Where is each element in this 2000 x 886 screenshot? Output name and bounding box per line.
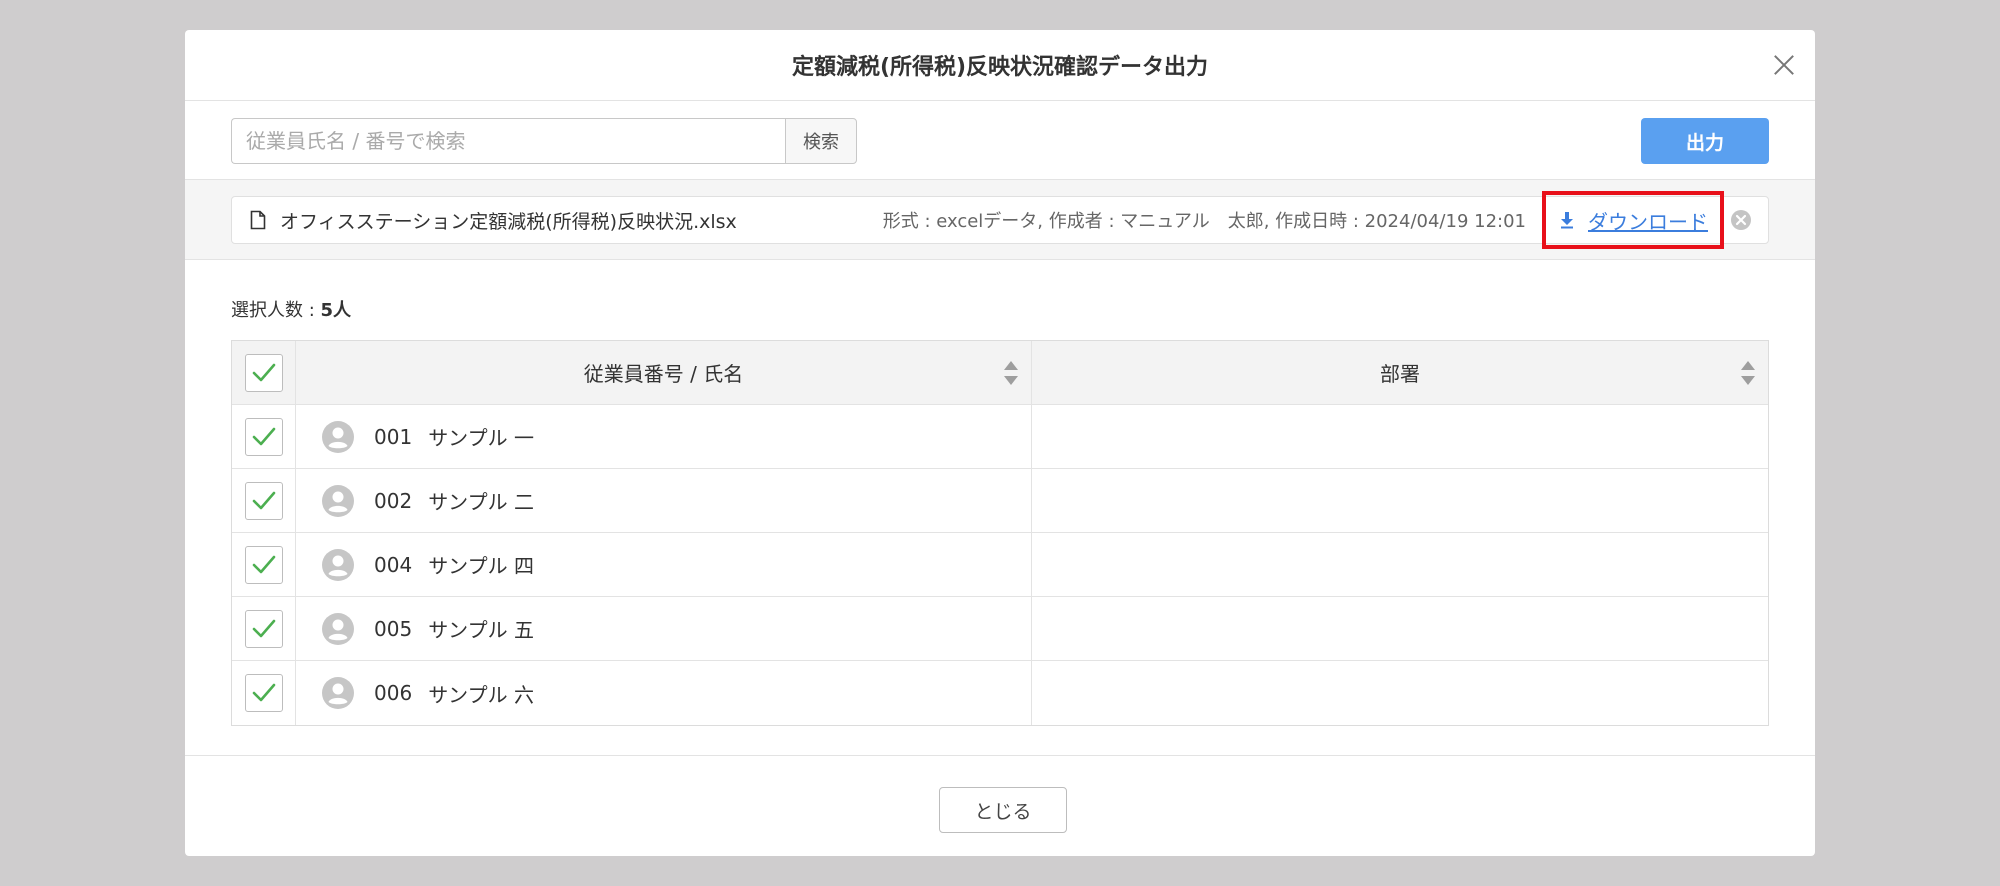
employee-name: サンプル 二 [428, 490, 534, 514]
file-item: オフィスステーション定額減税(所得税)反映状況.xlsx 形式 : excelデ… [231, 191, 1769, 249]
table-header: 従業員番号 / 氏名 部署 [232, 341, 1768, 405]
file-strip: オフィスステーション定額減税(所得税)反映状況.xlsx 形式 : excelデ… [185, 180, 1815, 260]
row-check-cell [232, 405, 296, 468]
close-button[interactable]: とじる [939, 787, 1067, 833]
department-cell [1032, 405, 1768, 468]
download-icon [1561, 212, 1573, 229]
select-all-checkbox[interactable] [244, 353, 283, 392]
employee-name: サンプル 六 [428, 682, 534, 707]
table-row[interactable]: 006 サンプル 六 [232, 661, 1768, 725]
header-department[interactable]: 部署 [1032, 341, 1768, 404]
avatar-icon [322, 420, 354, 453]
employee-cell: 002 サンプル 二 [296, 469, 1032, 532]
file-icon [250, 210, 266, 230]
selected-count: 選択人数 : 5人 [231, 296, 351, 322]
table-row[interactable]: 004 サンプル 四 [232, 533, 1768, 597]
department-cell [1032, 533, 1768, 596]
file-name: オフィスステーション定額減税(所得税)反映状況.xlsx [280, 210, 737, 233]
download-label: ダウンロード [1588, 209, 1708, 234]
search-button[interactable]: 検索 [785, 118, 857, 164]
employee-cell: 005 サンプル 五 [296, 597, 1032, 660]
row-check-cell [232, 469, 296, 532]
sort-icon[interactable] [1740, 359, 1756, 387]
check-icon [252, 619, 275, 637]
toolbar: 検索 出力 [185, 101, 1815, 180]
avatar-icon [322, 677, 354, 709]
check-icon [252, 491, 275, 509]
table-row[interactable]: 001 サンプル 一 [232, 405, 1768, 469]
output-button[interactable]: 出力 [1641, 118, 1769, 164]
header-employee[interactable]: 従業員番号 / 氏名 [296, 341, 1032, 404]
employee-cell: 004 サンプル 四 [296, 533, 1032, 596]
search-input[interactable] [231, 118, 785, 164]
employee-number: 002 [374, 488, 413, 513]
header-employee-label: 従業員番号 / 氏名 [583, 362, 744, 386]
employee-name: サンプル 四 [428, 554, 534, 578]
check-icon [252, 363, 275, 381]
employee-table: 従業員番号 / 氏名 部署 001 サンプル 一 002 サンプル 二 004 … [231, 340, 1769, 726]
employee-name: サンプル 一 [428, 426, 534, 450]
modal-header: 定額減税(所得税)反映状況確認データ出力 [185, 30, 1815, 101]
employee-cell: 001 サンプル 一 [296, 405, 1032, 468]
content-area: 選択人数 : 5人 従業員番号 / 氏名 部署 001 サンプル 一 002 サ… [185, 260, 1815, 756]
header-department-label: 部署 [1380, 362, 1420, 386]
avatar-icon [322, 548, 354, 581]
row-checkbox[interactable] [244, 417, 283, 456]
output-modal: 定額減税(所得税)反映状況確認データ出力 検索 出力 オフィスステーション定額減… [185, 30, 1815, 856]
table-row[interactable]: 002 サンプル 二 [232, 469, 1768, 533]
employee-number: 005 [374, 616, 413, 641]
download-link[interactable]: ダウンロード [1542, 191, 1724, 249]
selected-count-value: 5人 [320, 300, 352, 321]
row-checkbox[interactable] [244, 481, 283, 520]
header-check-cell [232, 341, 296, 404]
row-check-cell [232, 533, 296, 596]
department-cell [1032, 469, 1768, 532]
employee-number: 004 [374, 552, 413, 577]
department-cell [1032, 597, 1768, 660]
avatar-icon [322, 612, 354, 645]
employee-cell: 006 サンプル 六 [296, 661, 1032, 725]
close-icon[interactable] [1769, 50, 1799, 80]
file-meta: 形式 : excelデータ, 作成者 : マニュアル 太郎, 作成日時 : 20… [882, 211, 1526, 232]
department-cell [1032, 661, 1768, 725]
row-checkbox[interactable] [244, 674, 283, 712]
modal-footer: とじる [185, 756, 1815, 856]
row-checkbox[interactable] [244, 609, 283, 648]
search-group: 検索 [231, 118, 857, 164]
selected-count-label: 選択人数 : [231, 300, 321, 321]
remove-file-icon[interactable] [1730, 209, 1752, 231]
row-check-cell [232, 597, 296, 660]
check-icon [252, 683, 275, 702]
check-icon [252, 427, 275, 445]
sort-icon[interactable] [1003, 359, 1019, 387]
check-icon [252, 555, 275, 573]
employee-name: サンプル 五 [428, 618, 534, 642]
avatar-icon [322, 484, 354, 517]
row-check-cell [232, 661, 296, 725]
employee-number: 006 [374, 681, 413, 705]
modal-title: 定額減税(所得税)反映状況確認データ出力 [791, 55, 1209, 80]
employee-number: 001 [374, 424, 413, 449]
row-checkbox[interactable] [244, 545, 283, 584]
table-row[interactable]: 005 サンプル 五 [232, 597, 1768, 661]
